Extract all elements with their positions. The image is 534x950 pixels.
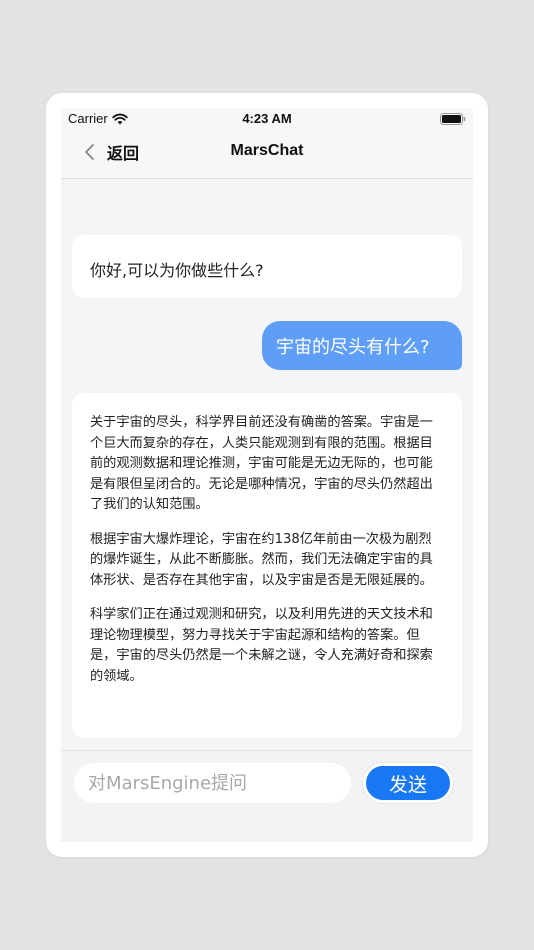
device-frame: Carrier 4:23 AM 返回 MarsChat 你好,可以为你做些什么?… xyxy=(46,93,488,857)
question-input[interactable] xyxy=(74,763,351,803)
answer-paragraph: 关于宇宙的尽头，科学界目前还没有确凿的答案。宇宙是一个巨大而复杂的存在，人类只能… xyxy=(90,415,433,512)
status-time: 4:23 AM xyxy=(242,111,292,126)
input-bar: 发送 xyxy=(61,750,473,842)
battery-icon xyxy=(440,113,466,125)
bot-message-greeting: 你好,可以为你做些什么? xyxy=(72,235,462,298)
status-bar: Carrier 4:23 AM xyxy=(61,108,473,130)
navigation-bar: 返回 MarsChat xyxy=(61,130,473,179)
answer-paragraph: 根据宇宙大爆炸理论，宇宙在约138亿年前由一次极为剧烈的爆炸诞生，从此不断膨胀。… xyxy=(90,531,433,588)
message-text: 宇宙的尽头有什么? xyxy=(276,337,430,358)
send-button[interactable]: 发送 xyxy=(363,763,453,803)
answer-paragraph: 科学家们正在通过观测和研究，以及利用先进的天文技术和理论物理模型，努力寻找关于宇… xyxy=(90,607,433,684)
page-title: MarsChat xyxy=(230,142,304,159)
user-message: 宇宙的尽头有什么? xyxy=(262,321,462,370)
message-text: 你好,可以为你做些什么? xyxy=(90,261,264,280)
bot-message-answer: 关于宇宙的尽头，科学界目前还没有确凿的答案。宇宙是一个巨大而复杂的存在，人类只能… xyxy=(72,393,462,738)
app-screen: Carrier 4:23 AM 返回 MarsChat 你好,可以为你做些什么?… xyxy=(61,108,473,842)
